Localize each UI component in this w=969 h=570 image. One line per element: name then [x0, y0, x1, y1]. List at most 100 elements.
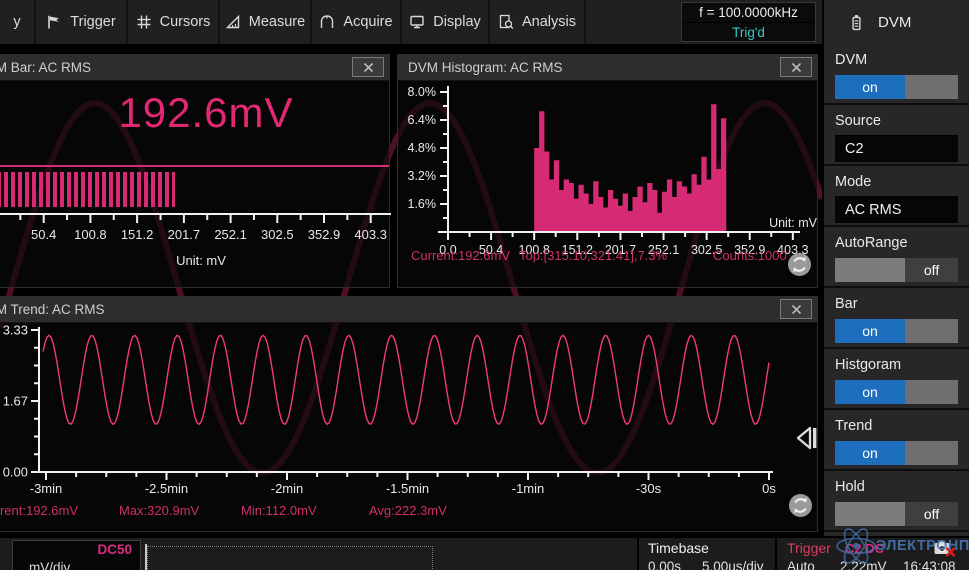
menu-item-cursors[interactable]: Cursors — [126, 0, 218, 44]
timebase-label[interactable]: Timebase — [648, 540, 709, 556]
trigger-status: Trig'd — [682, 23, 815, 42]
tick-label: 252.1 — [214, 227, 247, 242]
display-icon — [409, 14, 425, 30]
sidebar-row-label: DVM — [835, 52, 958, 68]
toggle-on-half — [835, 502, 905, 526]
bar-toggle[interactable]: on — [835, 319, 958, 343]
close-icon — [791, 304, 802, 315]
menu-item-utility-cut[interactable]: y — [0, 0, 34, 44]
trigger-label[interactable]: Trigger — [787, 540, 831, 556]
tick-label: -30s — [636, 481, 662, 496]
trend-stat-max: Max:320.9mV — [119, 503, 199, 518]
sidebar-row-label: Hold — [835, 479, 958, 495]
close-icon — [791, 62, 802, 73]
rotate-knob-icon[interactable] — [787, 492, 814, 519]
tick-label: 6.4% — [408, 113, 437, 127]
measure-icon — [225, 14, 241, 30]
menu-item-label: Acquire — [343, 14, 392, 30]
tick-label: 3.2% — [408, 169, 437, 183]
tick-label: 403.3 — [354, 227, 387, 242]
autorange-toggle[interactable]: off — [835, 258, 958, 282]
timebase-offset: 0.00s — [648, 559, 681, 570]
cursors-icon — [136, 14, 152, 30]
dvm-toggle[interactable]: on — [835, 75, 958, 99]
trigger-mode: Auto — [787, 559, 815, 570]
trigger-level: 2.22mV — [840, 559, 887, 570]
trigger-frequency-readout: f = 100.0000kHz Trig'd — [681, 2, 816, 42]
tick-label: 1.67 — [3, 394, 28, 409]
tick-label: -1.5min — [386, 481, 429, 496]
sidebar-row-label: Source — [835, 113, 958, 129]
trend-stat-avg: Avg:222.3mV — [369, 503, 447, 518]
tick-label: Unit: mV — [769, 216, 818, 230]
close-icon — [363, 62, 374, 73]
menu-item-label: Analysis — [522, 14, 576, 30]
menu-item-label: y — [13, 14, 20, 30]
channel-descriptor-box[interactable]: DC50 mV/div — [12, 540, 141, 570]
menu-item-analysis[interactable]: Analysis — [488, 0, 586, 44]
toggle-on-half — [835, 258, 905, 282]
tick-label: -2min — [271, 481, 304, 496]
menu-item-acquire[interactable]: Acquire — [310, 0, 400, 44]
timebase-window-indicator[interactable] — [147, 546, 433, 570]
tick-label: 50.4 — [31, 227, 56, 242]
trigger-position-marker — [145, 544, 147, 570]
timebase-scale: 5.00us/div — [702, 559, 764, 570]
toggle-on-half: on — [835, 441, 905, 465]
hold-toggle[interactable]: off — [835, 502, 958, 526]
mode-select[interactable]: AC RMS — [835, 196, 958, 223]
sidebar-title: DVM — [878, 14, 911, 31]
menu-item-display[interactable]: Display — [400, 0, 488, 44]
trend-toggle[interactable]: on — [835, 441, 958, 465]
channel-coupling: DC50 — [97, 542, 132, 557]
analysis-icon — [498, 14, 514, 30]
tick-label: 0.00 — [3, 465, 28, 480]
menu-item-label: Cursors — [160, 14, 211, 30]
tick-label: 151.2 — [121, 227, 154, 242]
panel-title: DVM Trend: AC RMS — [0, 297, 817, 323]
histogram-stat-top: Top:[315.10,321.41],7.3% — [519, 248, 667, 263]
sidebar-row-hold: Hold off — [824, 471, 969, 532]
flag-icon — [46, 14, 62, 30]
menu-item-measure[interactable]: Measure — [218, 0, 310, 44]
divider — [637, 538, 639, 570]
close-button[interactable] — [780, 299, 812, 319]
sidebar-row-dvm: DVM on — [824, 44, 969, 105]
tick-label: -1min — [512, 481, 545, 496]
source-select[interactable]: C2 — [835, 135, 958, 162]
close-button[interactable] — [780, 57, 812, 77]
tick-label: -3min — [30, 481, 63, 496]
sidebar-row-bar: Baron — [824, 288, 969, 349]
trend-stat-current: Current:192.6mV — [0, 503, 78, 518]
sidebar-row-trend: Trendon — [824, 410, 969, 471]
skip-back-icon[interactable] — [793, 423, 819, 453]
sidebar-header: DVM — [822, 0, 969, 44]
histgoram-toggle[interactable]: on — [835, 380, 958, 404]
histogram-stat-counts: Counts:1000 — [713, 248, 787, 263]
tick-label: 100.8 — [74, 227, 107, 242]
menu-item-label: Display — [433, 14, 481, 30]
dvm-measured-value: 192.6mV — [0, 89, 389, 137]
menu-item-trigger[interactable]: Trigger — [34, 0, 126, 44]
toggle-off-half — [905, 441, 958, 465]
close-button[interactable] — [352, 57, 384, 77]
bottom-status-bar: DC50 mV/div Timebase 0.00s 5.00us/div Tr… — [0, 536, 969, 570]
dvm-bar-panel: DVM Bar: AC RMS 192.6mV 50.4100.8151.220… — [0, 54, 390, 288]
toggle-off-half: off — [905, 502, 958, 526]
toggle-off-half — [905, 75, 958, 99]
channel-scale: mV/div — [29, 560, 70, 570]
screenshot-disabled-icon[interactable] — [934, 540, 956, 558]
sidebar-row-mode: ModeAC RMS — [824, 166, 969, 227]
toggle-off-half: off — [905, 258, 958, 282]
sidebar-row-autorange: AutoRangeoff — [824, 227, 969, 288]
frequency-counter: f = 100.0000kHz — [682, 3, 815, 23]
clock: 16:43:08 — [903, 559, 956, 570]
menu-item-label: Measure — [249, 14, 305, 30]
rotate-knob-icon[interactable] — [786, 251, 813, 278]
bar-top-rule — [0, 165, 389, 167]
tick-label: 4.8% — [408, 141, 437, 155]
panel-title: DVM Bar: AC RMS — [0, 55, 389, 81]
tick-label: Unit: mV — [176, 253, 226, 268]
trigger-source: C2 DC — [845, 541, 884, 556]
tick-label: 1.6% — [408, 197, 437, 211]
